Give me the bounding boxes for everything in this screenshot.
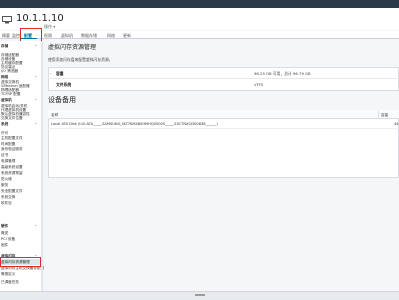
device-capacity-cell: 44 [394,122,399,126]
sidebar-item-advanced-settings[interactable]: 高级系统设置 [1,165,23,169]
sidebar-item-licensing[interactable]: 许可 [1,131,8,135]
sidebar-item-resource-reservation[interactable]: 系统资源预留 [1,171,23,175]
page-title: 虚拟闪存资源管理 [48,44,97,51]
sidebar-item-security-profile[interactable]: 安全配置文件 [1,189,23,193]
tab-networks[interactable]: 网络 [107,33,115,38]
property-label-filesystem: 文件系统 [56,82,72,87]
chevron-down-icon[interactable]: ⌄ [34,97,37,101]
sidebar-group-vms[interactable]: 虚拟机 [1,98,12,102]
sidebar-item-overview[interactable]: 概述 [1,231,8,235]
host-icon [2,16,12,24]
table-row-divider [48,128,399,129]
column-separator[interactable] [378,111,379,118]
devices-table [48,110,399,178]
property-value-capacity: 96.25 GB 可用，总计 96.79 GB [254,71,311,76]
sidebar-item-services[interactable]: 服务 [1,183,8,187]
sidebar-item-host-profile[interactable]: 主机配置文件 [1,136,23,140]
sidebar-item-swap-location[interactable]: 交换文件位置 [1,116,23,120]
property-label-capacity: 容量 [56,71,64,76]
tab-summary[interactable]: 摘要 [2,33,10,38]
tab-permissions[interactable]: 权限 [44,33,52,38]
sidebar-group-hardware[interactable]: 硬件 [1,224,8,228]
tab-bar [0,31,399,39]
sidebar-item-time-config[interactable]: 时间配置 [1,142,15,146]
sidebar-item-io-filters[interactable]: I/O 筛选器 [1,69,18,73]
devices-table-header [48,110,399,119]
top-nav-bar [0,0,399,8]
device-name-cell[interactable]: Local ATA Disk (t10.ATA_____SAMSUNG_MZ7K… [51,122,218,126]
section-title-devices: 设备备用 [48,96,76,104]
chevron-down-icon[interactable]: ⌄ [34,43,37,47]
sidebar-item-auth-services[interactable]: 身份验证服务 [1,147,23,151]
sidebar-item-system-swap[interactable]: 系统交换 [1,195,15,199]
sidebar-item-firewall[interactable]: 防火墙 [1,177,12,181]
divider [48,78,399,79]
sidebar-item-scheduled-tasks[interactable]: 已调度任务 [1,280,19,284]
sidebar-group-storage[interactable]: 存储 [1,44,8,48]
host-title: 10.1.1.10 [16,13,64,24]
sidebar-item-firmware[interactable]: 固件 [1,243,8,247]
sidebar-item-pci-devices[interactable]: PCI 设备 [1,237,15,241]
sidebar-item-certificate[interactable]: 证书 [1,153,8,157]
sidebar-item-alarm-definitions[interactable]: 警报定义 [1,272,15,276]
chevron-down-icon[interactable]: ⌄ [34,121,37,125]
sidebar-highlight-box [0,257,41,267]
sidebar-group-networking[interactable]: 网络 [1,75,8,79]
property-value-filesystem: VFFS [254,82,264,87]
resize-handle-icon[interactable] [195,294,205,296]
expand-caret-icon[interactable]: › [50,71,52,76]
chevron-down-icon[interactable]: ⌄ [34,74,37,78]
sidebar-group-system[interactable]: 系统 [1,122,8,126]
sidebar-item-packages[interactable]: 软件包 [1,201,12,205]
tab-datastores[interactable]: 数据存储 [81,33,97,38]
column-header-capacity[interactable]: 容量 [381,113,388,117]
column-header-name[interactable]: 名称 [51,113,58,117]
sidebar-item-power-mgmt[interactable]: 电源管理 [1,159,15,163]
tab-updates[interactable]: 更新 [123,33,131,38]
tab-vms[interactable]: 虚拟机 [61,33,73,38]
properties-panel [48,67,399,91]
tab-monitor[interactable]: 监控 [12,33,20,38]
sidebar-item-tcpip[interactable]: TCP/IP 配置 [1,92,20,96]
page-description: 使用添加闪存盘来配置虚拟闪存资源。 [48,57,113,62]
actions-menu-button[interactable]: 操作 ▾ [44,24,55,29]
chevron-down-icon[interactable]: ⌄ [34,223,37,227]
sidebar-scrollbar[interactable] [41,41,43,291]
